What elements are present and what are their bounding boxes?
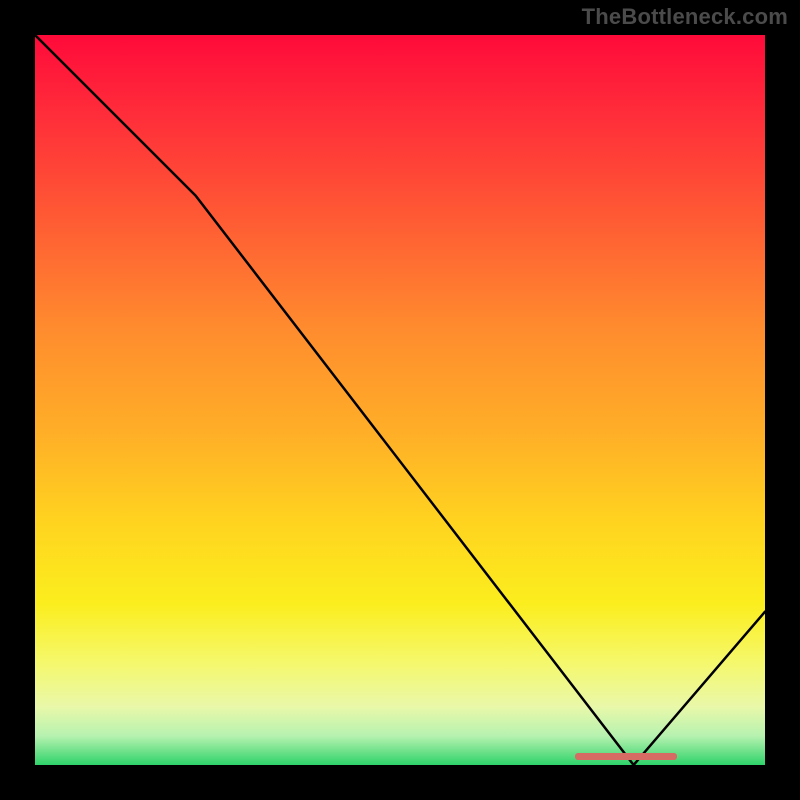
bottleneck-curve — [35, 35, 765, 765]
optimal-range-marker — [575, 753, 677, 760]
watermark-text: TheBottleneck.com — [582, 4, 788, 30]
bottleneck-curve-svg — [35, 35, 765, 765]
chart-frame: TheBottleneck.com — [0, 0, 800, 800]
plot-area — [35, 35, 765, 765]
